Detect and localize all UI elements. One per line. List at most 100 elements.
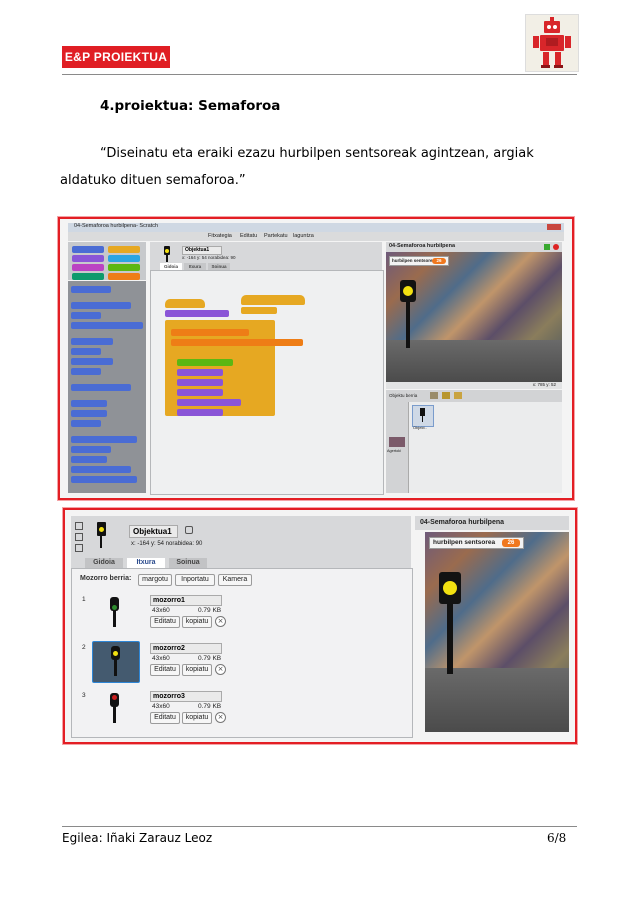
costume-row-2[interactable]: 2 mozorro2 43x60 0.79 KB Editatu kopiatu… <box>72 639 412 685</box>
green-flag-icon[interactable] <box>544 244 550 250</box>
new-costume-label: Mozorro berria: <box>80 575 132 582</box>
script-block[interactable] <box>177 389 223 396</box>
palette-block[interactable] <box>71 400 107 407</box>
edit-costume-button[interactable]: Editatu <box>150 616 180 628</box>
sensor-monitor-2: hurbilpen sentsorea 26 <box>429 537 524 549</box>
traffic-light-pole-2 <box>447 604 453 674</box>
palette-block[interactable] <box>71 302 131 309</box>
camera-button[interactable]: Kamera <box>218 574 252 586</box>
palette-block[interactable] <box>71 312 101 319</box>
random-sprite-icon[interactable] <box>454 392 462 399</box>
menu-partekatu[interactable]: Partekatu <box>264 233 288 239</box>
script-block[interactable] <box>177 409 223 416</box>
tab-gidoia-2[interactable]: Gidoia <box>85 558 123 568</box>
palette-block[interactable] <box>71 410 107 417</box>
stage-header: 04-Semaforoa hurbilpena <box>386 242 562 252</box>
palette-block[interactable] <box>71 384 131 391</box>
menu-laguntza[interactable]: laguntza <box>293 233 314 239</box>
lock-icon[interactable] <box>185 526 193 534</box>
paint-button[interactable]: margotu <box>138 574 172 586</box>
palette-block[interactable] <box>71 420 101 427</box>
stage-canvas[interactable]: hurbilpen sentsorea 26 <box>386 252 562 382</box>
costume-name-field[interactable]: mozorro2 <box>150 643 222 654</box>
palette-block[interactable] <box>71 286 111 293</box>
script-block[interactable] <box>171 339 303 346</box>
robot-logo-image <box>525 14 579 72</box>
paint-sprite-icon[interactable] <box>430 392 438 399</box>
tab-soinua[interactable]: Soinua <box>208 263 230 270</box>
menu-editatu[interactable]: Editatu <box>240 233 257 239</box>
script-block[interactable] <box>177 359 233 366</box>
palette-block[interactable] <box>71 322 143 329</box>
stop-icon[interactable] <box>553 244 559 250</box>
copy-costume-button[interactable]: kopiatu <box>182 712 212 724</box>
category-mugimendua[interactable] <box>72 246 104 253</box>
close-icon[interactable] <box>547 224 561 230</box>
sensor-label: hurbilpen sentsorea <box>392 258 436 263</box>
palette-block[interactable] <box>71 466 131 473</box>
palette-block[interactable] <box>71 436 137 443</box>
script-block[interactable] <box>165 310 229 317</box>
stage-canvas-2[interactable]: hurbilpen sentsorea 26 <box>425 532 569 732</box>
sprite-thumb-label: Objekt.. <box>413 425 427 430</box>
script-block[interactable] <box>171 329 249 336</box>
palette-block[interactable] <box>71 446 111 453</box>
costume-dims: 43x60 <box>152 655 170 662</box>
category-arkatza[interactable] <box>72 273 104 280</box>
edit-costume-button[interactable]: Editatu <box>150 664 180 676</box>
category-kontrola[interactable] <box>108 246 140 253</box>
sprite-coords: x: -164 y: 54 norabidea: 90 <box>182 255 236 260</box>
script-block[interactable] <box>177 399 241 406</box>
tab-soinua-2[interactable]: Soinua <box>169 558 207 568</box>
page-number: 6/8 <box>547 831 567 845</box>
copy-costume-button[interactable]: kopiatu <box>182 616 212 628</box>
costume-name-field[interactable]: mozorro1 <box>150 595 222 606</box>
yellow-lamp-2 <box>443 581 457 595</box>
palette-block[interactable] <box>71 348 101 355</box>
palette-block[interactable] <box>71 358 113 365</box>
edit-costume-button[interactable]: Editatu <box>150 712 180 724</box>
stage-column: Agertoki <box>386 402 409 493</box>
script-block[interactable] <box>177 369 223 376</box>
tab-itxura[interactable]: Itxura <box>184 263 206 270</box>
costume-thumbnail[interactable] <box>92 593 138 633</box>
sprite-name-field[interactable]: Objektua1 <box>182 246 222 255</box>
costume-thumbnail[interactable] <box>92 689 138 729</box>
sprite-name-field-2[interactable]: Objektua1 <box>129 525 178 538</box>
sprite-coords-2: x: -164 y: 54 norabidea: 90 <box>131 541 203 547</box>
script-block[interactable] <box>241 307 277 314</box>
costume-thumbnail-selected[interactable] <box>92 641 140 683</box>
palette-block[interactable] <box>71 476 137 483</box>
category-aldagaiak[interactable] <box>108 273 140 280</box>
category-soinua[interactable] <box>72 264 104 271</box>
tab-gidoia[interactable]: Gidoia <box>160 263 182 270</box>
menu-fitxategia[interactable]: Fitxategia <box>208 233 232 239</box>
import-sprite-icon[interactable] <box>442 392 450 399</box>
category-eragileak[interactable] <box>108 264 140 271</box>
costume-row-3[interactable]: 3 mozorro3 43x60 0.79 KB Editatu kopiatu… <box>72 687 412 733</box>
palette-block[interactable] <box>71 368 101 375</box>
import-button[interactable]: Inportatu <box>175 574 215 586</box>
script-hat-block[interactable] <box>165 299 205 308</box>
delete-costume-icon[interactable]: × <box>215 664 226 675</box>
delete-costume-icon[interactable]: × <box>215 616 226 627</box>
costume-name-field[interactable]: mozorro3 <box>150 691 222 702</box>
palette-block[interactable] <box>71 456 107 463</box>
category-sentsoreak[interactable] <box>108 255 140 262</box>
palette-block[interactable] <box>71 338 113 345</box>
script-block[interactable] <box>177 379 223 386</box>
sprite-thumbnail[interactable] <box>412 405 434 427</box>
costume-size: 0.79 KB <box>198 703 222 710</box>
rotation-style-icons[interactable] <box>75 522 83 552</box>
category-panel <box>68 242 146 280</box>
stage-thumbnail[interactable] <box>389 437 405 447</box>
category-itxura[interactable] <box>72 255 104 262</box>
stage-title: 04-Semaforoa hurbilpena <box>389 243 456 249</box>
script-hat-block-2[interactable] <box>241 295 305 305</box>
stage-coords: x: 785 y: 52 <box>532 382 556 387</box>
costume-row-1[interactable]: 1 mozorro1 43x60 0.79 KB Editatu kopiatu… <box>72 591 412 637</box>
delete-costume-icon[interactable]: × <box>215 712 226 723</box>
copy-costume-button[interactable]: kopiatu <box>182 664 212 676</box>
screenshot-scratch-window: 04-Semaforoa hurbilpena- Scratch Fitxate… <box>58 217 574 500</box>
tab-itxura-2[interactable]: Itxura <box>127 558 165 568</box>
